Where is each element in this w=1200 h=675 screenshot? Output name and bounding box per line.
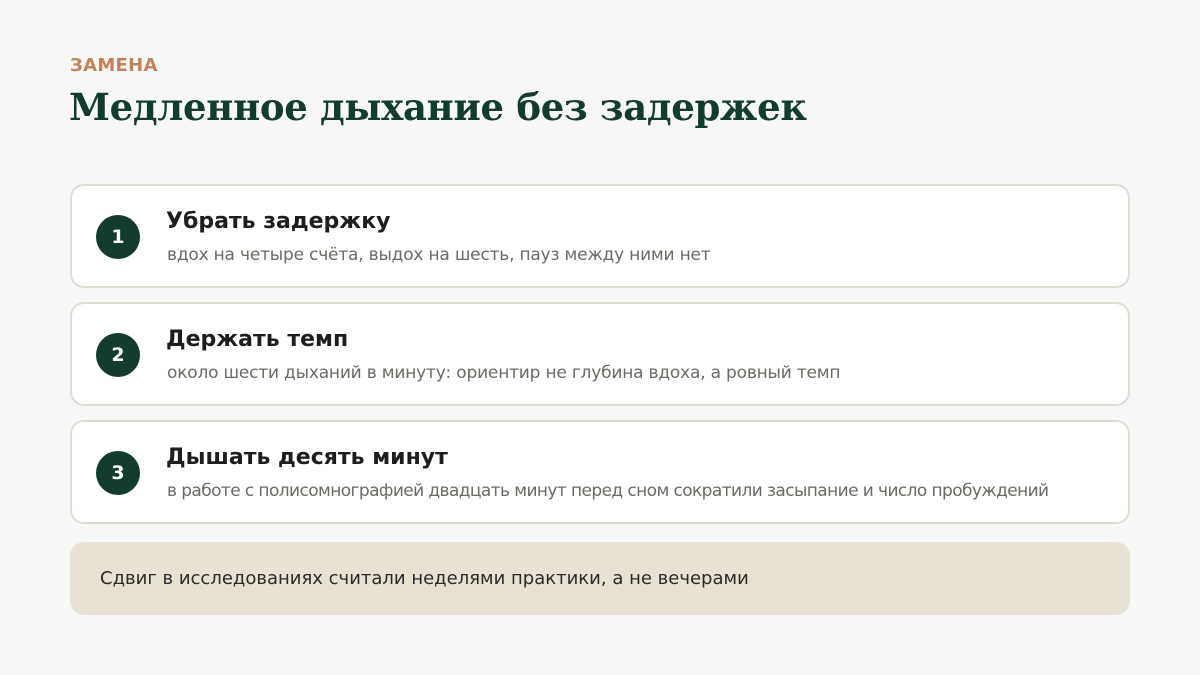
step-card-2: 2 Держать темп около шести дыханий в мин… (70, 302, 1130, 406)
step-title: Дышать десять минут (166, 445, 448, 470)
step-title: Держать темп (166, 327, 349, 352)
step-card-3: 3 Дышать десять минут в работе с полисом… (70, 420, 1130, 524)
step-description: вдох на четыре счёта, выдох на шесть, па… (167, 245, 711, 265)
summary-note: Сдвиг в исследованиях считали неделями п… (70, 542, 1130, 615)
step-description: около шести дыханий в минуту: ориентир н… (167, 363, 841, 383)
step-card-1: 1 Убрать задержку вдох на четыре счёта, … (70, 184, 1130, 288)
step-number-badge: 1 (96, 215, 140, 259)
section-kicker: ЗАМЕНА (70, 55, 158, 76)
page-title: Медленное дыхание без задержек (69, 85, 807, 129)
step-number-badge: 2 (96, 333, 140, 377)
steps-list: 1 Убрать задержку вдох на четыре счёта, … (70, 184, 1130, 538)
step-description: в работе с полисомнографией двадцать мин… (167, 481, 1049, 501)
step-number-badge: 3 (96, 451, 140, 495)
step-title: Убрать задержку (166, 209, 391, 234)
